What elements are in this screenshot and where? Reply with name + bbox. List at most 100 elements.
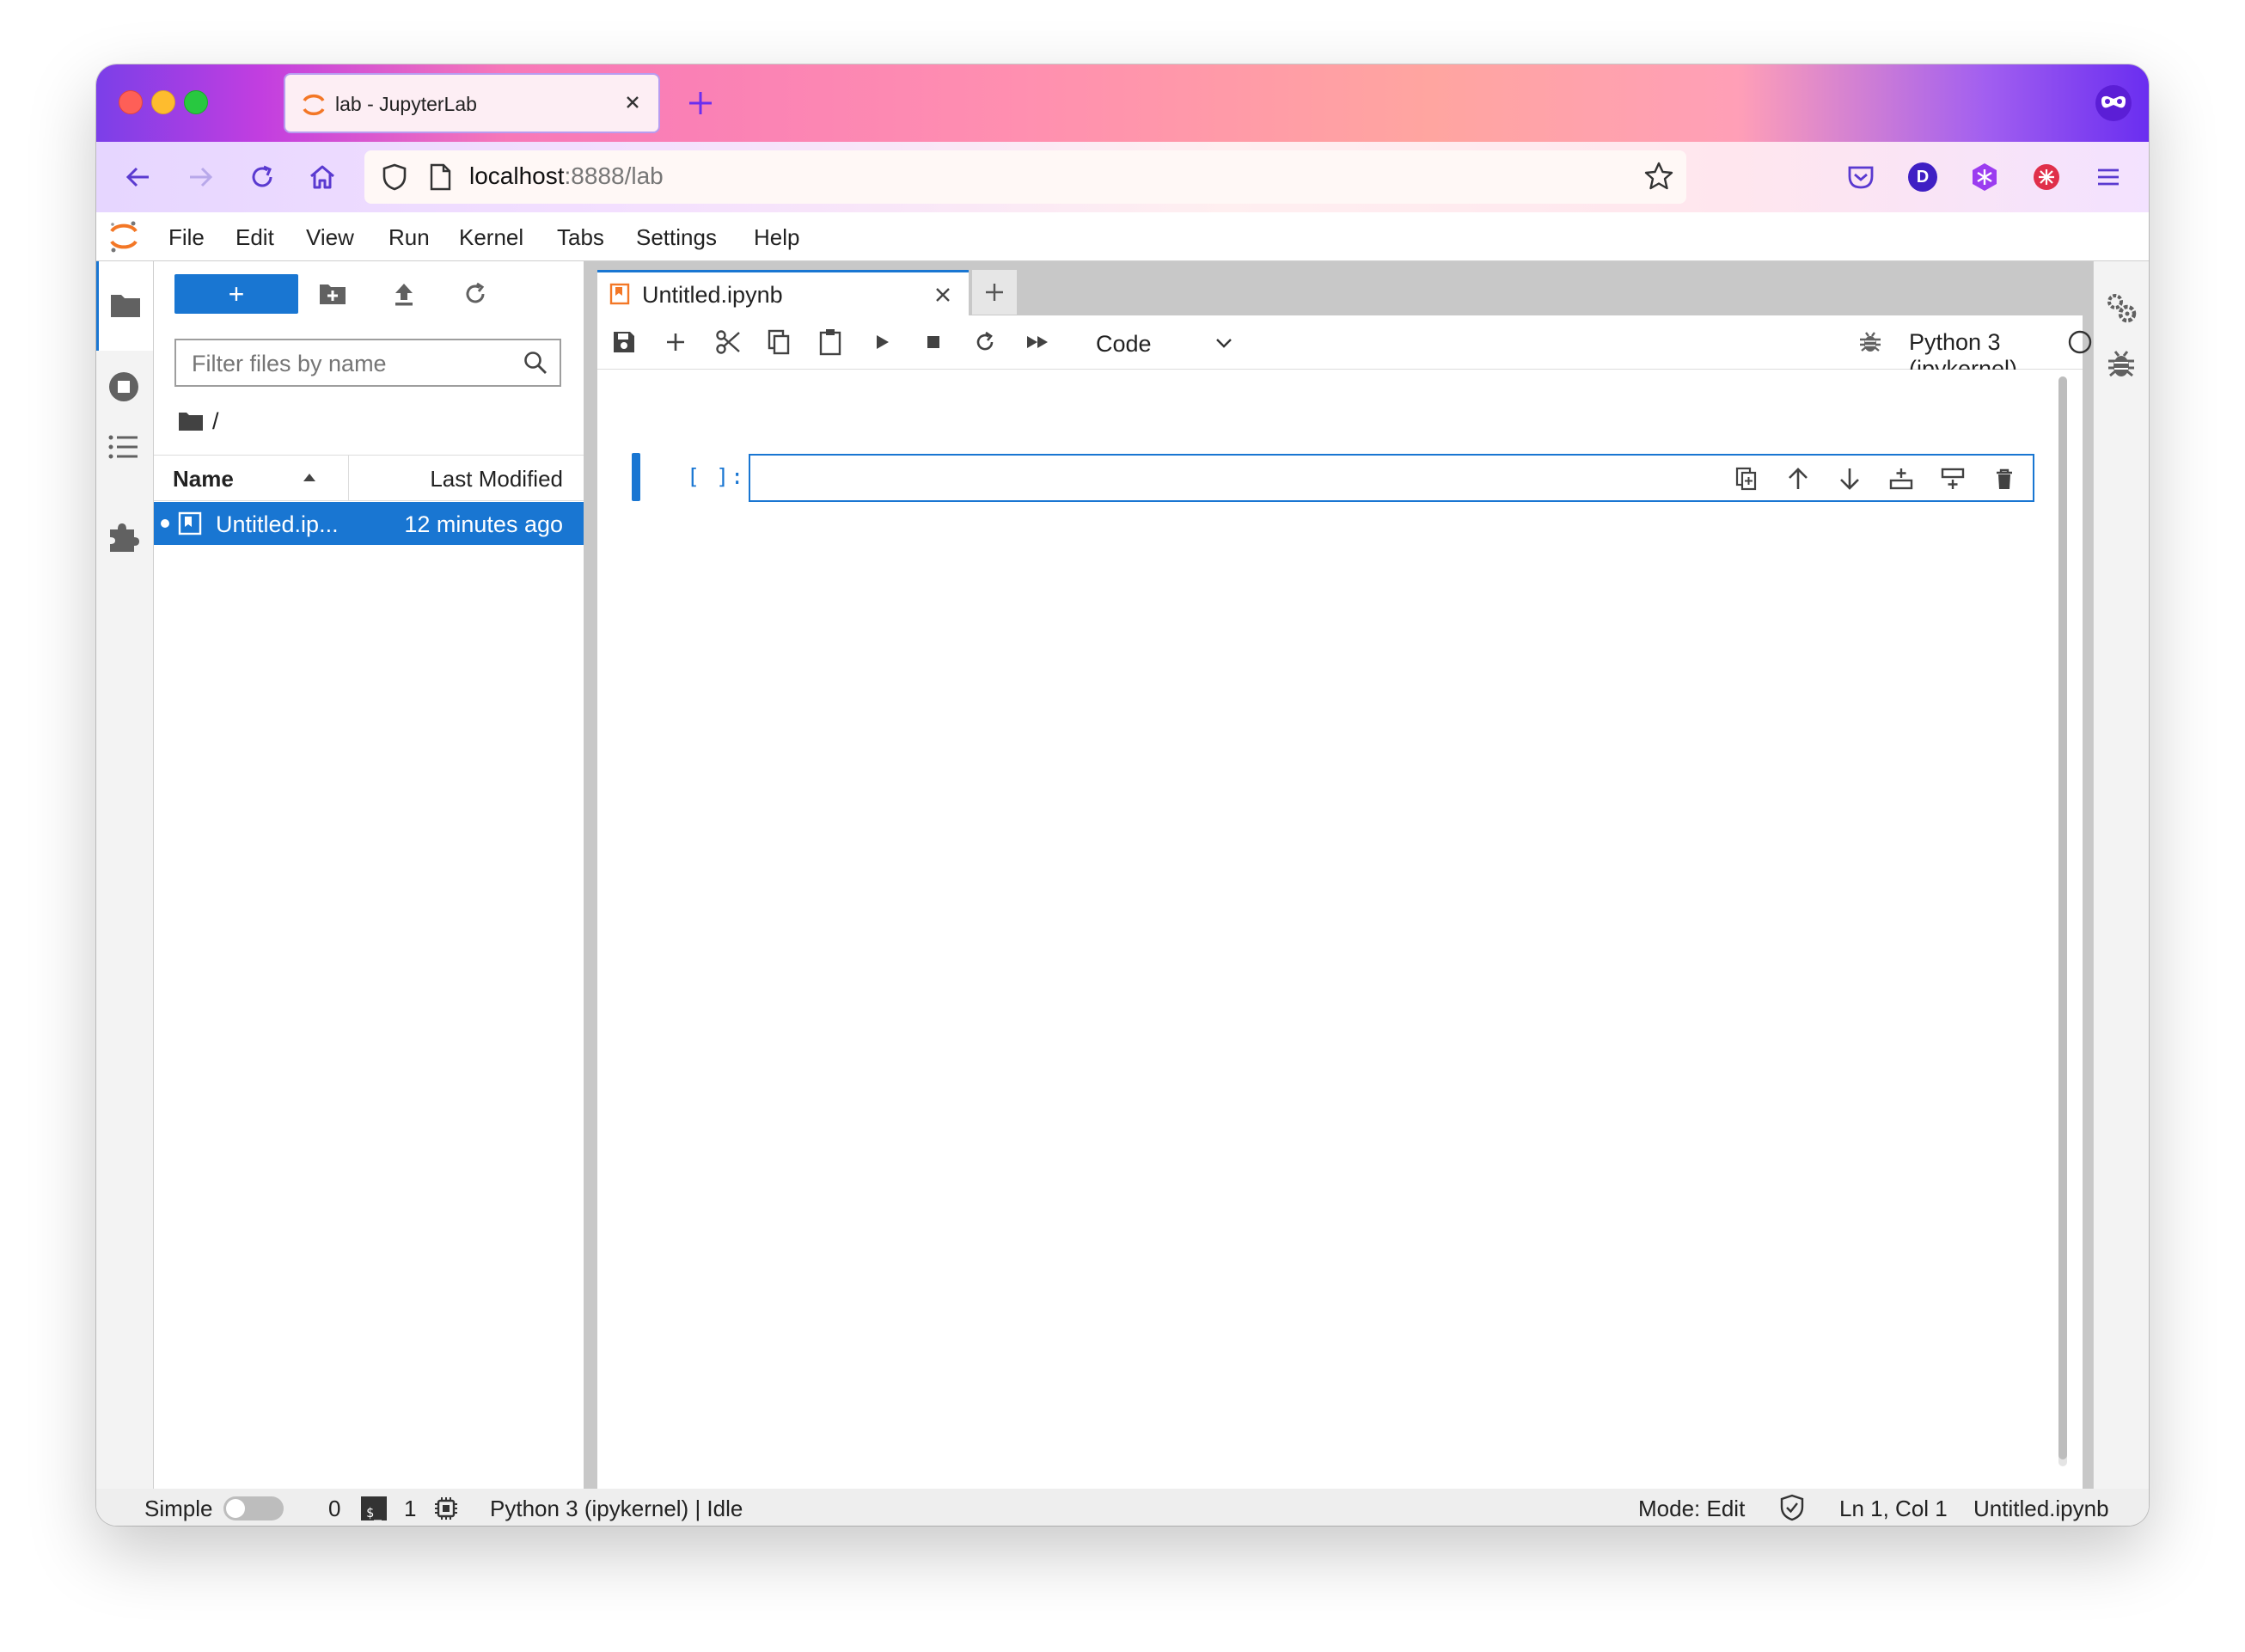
folder-home-icon[interactable] <box>178 410 204 432</box>
notebook-tab-icon <box>609 283 630 305</box>
notebook-scrollbar[interactable] <box>2058 376 2067 1466</box>
file-list-header: Name Last Modified <box>154 455 584 501</box>
terminals-count[interactable]: 0 <box>328 1496 340 1522</box>
code-cell-editor[interactable] <box>749 454 2034 502</box>
menu-settings[interactable]: Settings <box>636 224 717 251</box>
cursor-position[interactable]: Ln 1, Col 1 <box>1839 1496 1948 1522</box>
menu-file[interactable]: File <box>168 224 205 251</box>
menu-help[interactable]: Help <box>754 224 799 251</box>
search-icon <box>522 349 549 376</box>
notebook-tab-title: Untitled.ipynb <box>642 282 783 308</box>
refresh-file-list-icon[interactable] <box>462 280 489 308</box>
close-notebook-tab-icon[interactable] <box>931 283 955 307</box>
shield-icon[interactable] <box>380 162 409 192</box>
cell-type-value: Code <box>1096 331 1152 357</box>
bookmark-star-icon[interactable] <box>1643 161 1674 192</box>
extension-snowflake-icon[interactable] <box>1965 157 2004 197</box>
edit-mode-text: Mode: Edit <box>1638 1496 1746 1521</box>
insert-cell-icon[interactable] <box>663 329 688 355</box>
reload-icon[interactable] <box>242 157 282 197</box>
browser-navbar: localhost:8888/lab D <box>96 142 2149 213</box>
jupyter-tab-icon <box>301 92 327 118</box>
menu-tabs[interactable]: Tabs <box>557 224 604 251</box>
browser-window: lab - JupyterLab localhost:8888/lab D Fi… <box>96 64 2149 1526</box>
debugger-icon[interactable] <box>1857 329 1883 355</box>
add-tab-button[interactable] <box>972 270 1017 315</box>
extension-manager-icon[interactable] <box>107 519 141 554</box>
delete-cell-icon[interactable] <box>1991 466 2017 492</box>
jupyter-menubar: File Edit View Run Kernel Tabs Settings … <box>96 212 2149 261</box>
file-modified: 12 minutes ago <box>404 511 563 537</box>
run-cell-icon[interactable] <box>869 329 895 355</box>
menu-run[interactable]: Run <box>388 224 430 251</box>
file-name: Untitled.ip... <box>216 511 339 537</box>
new-launcher-button[interactable]: + <box>174 274 298 314</box>
right-activity-bar <box>2093 261 2149 1489</box>
url-bar[interactable]: localhost:8888/lab <box>364 150 1686 204</box>
panel-resize-handle[interactable] <box>584 261 594 1489</box>
restart-kernel-icon[interactable] <box>972 329 998 355</box>
extension-red-icon[interactable] <box>2027 157 2066 197</box>
menu-view[interactable]: View <box>306 224 354 251</box>
file-row[interactable]: Untitled.ip... 12 minutes ago <box>154 502 584 545</box>
notebook-toolbar: Code Python 3 (ipykernel) <box>597 315 2092 382</box>
upload-icon[interactable] <box>391 280 417 308</box>
browser-titlebar: lab - JupyterLab <box>96 64 2149 142</box>
column-name-header[interactable]: Name <box>154 456 349 500</box>
simple-mode-label: Simple <box>144 1496 213 1521</box>
maximize-window-button[interactable] <box>184 90 208 114</box>
file-browser-tab[interactable] <box>96 261 153 351</box>
insert-cell-below-icon[interactable] <box>1940 466 1966 492</box>
insert-cell-above-icon[interactable] <box>1888 466 1914 492</box>
private-browsing-icon <box>2094 83 2133 123</box>
duplicate-cell-icon[interactable] <box>1734 466 1759 492</box>
menu-kernel[interactable]: Kernel <box>459 224 523 251</box>
paste-icon[interactable] <box>817 327 843 357</box>
browser-menu-icon[interactable] <box>2089 157 2128 197</box>
table-of-contents-icon[interactable] <box>107 431 141 462</box>
move-cell-down-icon[interactable] <box>1837 466 1863 492</box>
kernel-status-text[interactable]: Python 3 (ipykernel) | Idle <box>490 1496 743 1522</box>
notebook-tab[interactable]: Untitled.ipynb <box>597 270 969 318</box>
url-text[interactable]: localhost:8888/lab <box>469 162 664 190</box>
terminal-icon[interactable]: $_ <box>361 1496 387 1520</box>
back-icon[interactable] <box>119 157 158 197</box>
interrupt-kernel-icon[interactable] <box>921 329 946 355</box>
debugger-panel-icon[interactable] <box>2104 347 2138 382</box>
save-icon[interactable] <box>611 329 637 355</box>
scrollbar-thumb[interactable] <box>2058 376 2067 1459</box>
folder-icon <box>109 291 142 320</box>
home-icon[interactable] <box>303 157 342 197</box>
close-window-button[interactable] <box>119 90 143 114</box>
chevron-down-icon <box>1214 334 1233 352</box>
cut-icon[interactable] <box>714 328 742 356</box>
new-tab-icon[interactable] <box>686 89 715 118</box>
move-cell-up-icon[interactable] <box>1785 466 1811 492</box>
status-bar: Simple 0 $_ 1 Python 3 (ipykernel) | Idl… <box>96 1489 2149 1526</box>
trusted-shield-icon[interactable] <box>1779 1494 1805 1521</box>
kernel-chip-icon[interactable] <box>433 1496 459 1521</box>
kernels-count[interactable]: 1 <box>404 1496 416 1522</box>
page-icon[interactable] <box>426 162 454 192</box>
restart-run-all-icon[interactable] <box>1024 329 1053 355</box>
filter-files-field[interactable] <box>174 339 561 387</box>
new-folder-icon[interactable] <box>319 282 346 306</box>
running-sessions-icon[interactable] <box>107 370 141 404</box>
cell-type-select[interactable]: Code <box>1087 324 1242 360</box>
extension-d-icon[interactable]: D <box>1903 157 1942 197</box>
copy-icon[interactable] <box>766 328 792 356</box>
minimize-window-button[interactable] <box>151 90 175 114</box>
pocket-icon[interactable] <box>1841 157 1881 197</box>
status-file-name: Untitled.ipynb <box>1973 1496 2109 1521</box>
browser-tab-jupyterlab[interactable]: lab - JupyterLab <box>284 73 660 133</box>
breadcrumb: / <box>178 406 219 437</box>
simple-mode-toggle[interactable] <box>223 1496 284 1520</box>
property-inspector-icon[interactable] <box>2104 291 2138 325</box>
active-cell-indicator <box>632 453 640 501</box>
menu-edit[interactable]: Edit <box>236 224 274 251</box>
column-last-modified-header[interactable]: Last Modified <box>430 466 563 493</box>
filter-files-input[interactable] <box>176 340 520 387</box>
forward-icon[interactable] <box>180 157 220 197</box>
breadcrumb-path[interactable]: / <box>212 408 219 435</box>
close-tab-icon[interactable] <box>621 90 645 114</box>
